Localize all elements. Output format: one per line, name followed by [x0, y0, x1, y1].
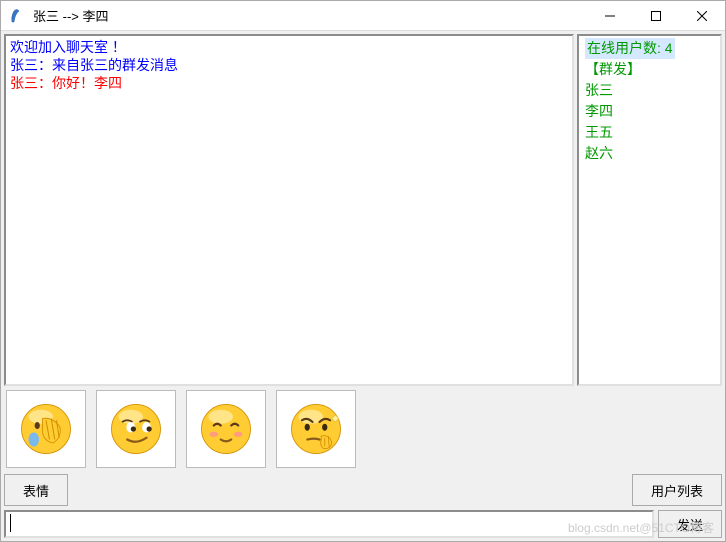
user-list-panel: 在线用户数: 4 【群发】 张三李四王五赵六: [577, 34, 722, 386]
user-list-item[interactable]: 张三: [585, 80, 714, 101]
userlist-button[interactable]: 用户列表: [632, 474, 722, 506]
emoji-button[interactable]: 表情: [4, 474, 68, 506]
broadcast-option[interactable]: 【群发】: [585, 59, 714, 80]
user-list-item[interactable]: 李四: [585, 101, 714, 122]
titlebar: 张三 --> 李四: [1, 1, 725, 31]
emoji-row: [4, 386, 722, 472]
minimize-button[interactable]: [587, 1, 633, 31]
emoji-facepalm[interactable]: [6, 390, 86, 468]
window-title: 张三 --> 李四: [33, 6, 587, 25]
app-window: 张三 --> 李四 欢迎加入聊天室 ！张三：来自张三的群发消息张三：你好！李四 …: [0, 0, 726, 542]
input-row: 发送: [4, 510, 722, 538]
shy-smile-icon: [198, 401, 254, 457]
window-body: 欢迎加入聊天室 ！张三：来自张三的群发消息张三：你好！李四 在线用户数: 4 【…: [1, 31, 725, 541]
thinking-icon: [288, 401, 344, 457]
user-list-item[interactable]: 赵六: [585, 143, 714, 164]
user-list-item[interactable]: 王五: [585, 122, 714, 143]
chat-line: 张三：来自张三的群发消息: [10, 56, 568, 74]
emoji-thinking[interactable]: [276, 390, 356, 468]
chat-log: 欢迎加入聊天室 ！张三：来自张三的群发消息张三：你好！李四: [4, 34, 574, 386]
smirk-icon: [108, 401, 164, 457]
emoji-shy-smile[interactable]: [186, 390, 266, 468]
close-button[interactable]: [679, 1, 725, 31]
caret: [10, 514, 11, 532]
facepalm-icon: [18, 401, 74, 457]
button-row: 表情 用户列表: [4, 474, 722, 506]
chat-line: 张三：你好！李四: [10, 74, 568, 92]
online-count: 在线用户数: 4: [585, 38, 675, 59]
chat-line: 欢迎加入聊天室 ！: [10, 38, 568, 56]
maximize-button[interactable]: [633, 1, 679, 31]
emoji-smirk[interactable]: [96, 390, 176, 468]
message-input[interactable]: [4, 510, 654, 538]
upper-area: 欢迎加入聊天室 ！张三：来自张三的群发消息张三：你好！李四 在线用户数: 4 【…: [4, 34, 722, 386]
spacer: [72, 474, 628, 506]
app-icon: [9, 8, 25, 24]
send-button[interactable]: 发送: [658, 510, 722, 538]
